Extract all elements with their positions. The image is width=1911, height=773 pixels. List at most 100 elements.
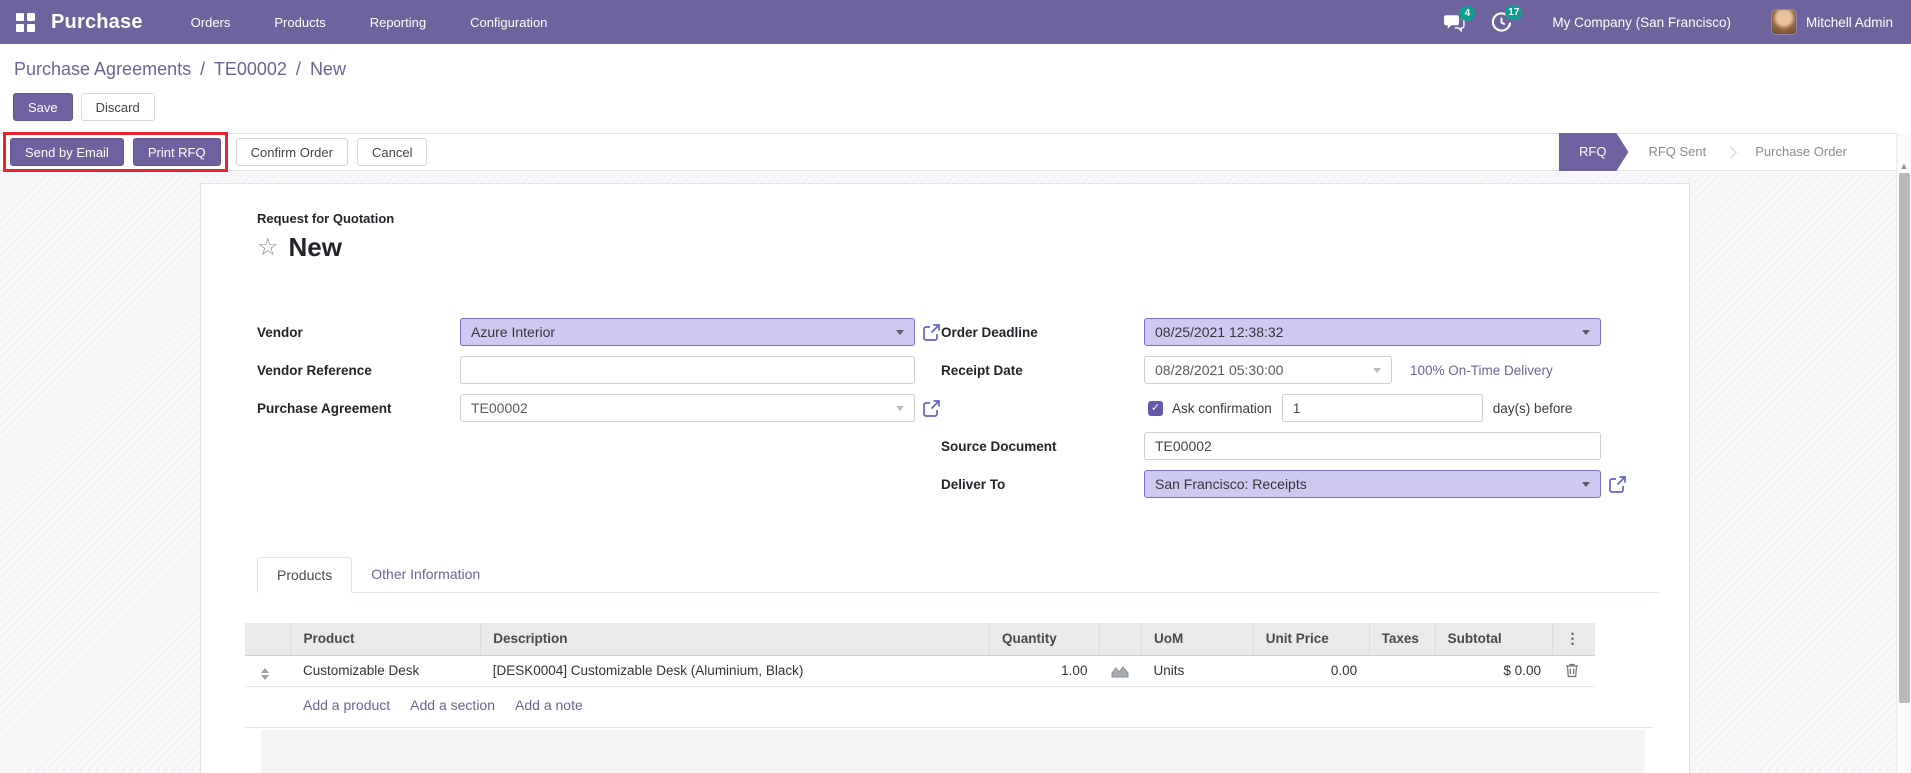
user-menu[interactable]: Mitchell Admin <box>1806 15 1893 30</box>
chevron-down-icon <box>896 329 904 335</box>
breadcrumb-current: New <box>309 59 346 79</box>
source-document-label: Source Document <box>941 438 1057 454</box>
sheet-divider <box>245 726 1653 728</box>
vendor-external-link-icon[interactable] <box>922 323 941 342</box>
cancel-button[interactable]: Cancel <box>356 138 428 166</box>
cell-taxes[interactable] <box>1369 655 1436 687</box>
chevron-down-icon <box>1582 329 1590 335</box>
table-header-row: Product Description Quantity UoM Unit Pr… <box>245 623 1595 656</box>
stage-rfq[interactable]: RFQ <box>1559 133 1628 171</box>
drag-handle-icon[interactable] <box>257 668 269 680</box>
record-title: New <box>288 232 342 262</box>
order-line-row[interactable]: Customizable Desk [DESK0004] Customizabl… <box>245 655 1595 687</box>
unit-price-column-header: Unit Price <box>1252 623 1370 656</box>
product-column-header: Product <box>290 623 481 656</box>
menu-products[interactable]: Products <box>272 1 327 44</box>
deliver-to-select[interactable]: San Francisco: Receipts <box>1144 470 1601 498</box>
cell-description[interactable]: [DESK0004] Customizable Desk (Aluminium,… <box>480 655 990 687</box>
confirm-order-button[interactable]: Confirm Order <box>235 138 348 166</box>
purchase-agreement-select[interactable]: TE00002 <box>460 394 915 422</box>
cell-unit-price[interactable]: 0.00 <box>1253 655 1370 687</box>
ask-confirmation-label[interactable]: Ask confirmation <box>1172 401 1272 416</box>
nav-right: 4 17 My Company (San Francisco) Mitchell… <box>1443 4 1893 35</box>
totals-area <box>261 729 1645 773</box>
messages-badge: 4 <box>1459 5 1476 21</box>
menu-reporting[interactable]: Reporting <box>368 1 428 44</box>
content-area: Request for Quotation ☆ New Vendor Azure… <box>0 172 1911 773</box>
description-column-header: Description <box>480 623 990 656</box>
chevron-down-icon <box>1582 481 1590 487</box>
stage-purchase-order[interactable]: Purchase Order <box>1735 133 1867 171</box>
list-add-links: Add a product Add a section Add a note <box>303 697 1659 713</box>
add-a-section-link[interactable]: Add a section <box>410 697 495 713</box>
notebook-tabs: Products Other Information <box>257 557 1659 593</box>
vendor-select[interactable]: Azure Interior <box>460 318 915 346</box>
optional-columns-icon[interactable]: ⋮ <box>1552 623 1595 656</box>
main-menu: Orders Products Reporting Configuration <box>189 1 550 44</box>
highlight-red-box: Send by Email Print RFQ <box>3 132 228 172</box>
on-time-delivery-stat: 100% On-Time Delivery <box>1410 362 1553 378</box>
favorite-star-icon[interactable]: ☆ <box>257 235 279 260</box>
purchase-agreement-label: Purchase Agreement <box>257 400 392 416</box>
stage-rfq-sent[interactable]: RFQ Sent <box>1628 133 1726 171</box>
scroll-up-icon[interactable]: ▲ <box>1897 133 1911 171</box>
save-button[interactable]: Save <box>13 93 73 121</box>
apps-grid-icon[interactable] <box>16 12 35 32</box>
top-nav: Purchase Orders Products Reporting Confi… <box>0 0 1911 44</box>
vendor-reference-input[interactable] <box>460 356 915 384</box>
breadcrumb-separator: / <box>200 59 206 79</box>
app-title[interactable]: Purchase <box>51 11 143 34</box>
delete-line-trash-icon[interactable] <box>1565 663 1579 678</box>
menu-orders[interactable]: Orders <box>189 1 233 44</box>
cell-quantity[interactable]: 1.00 <box>989 655 1100 687</box>
vendor-label: Vendor <box>257 324 303 340</box>
uom-column-header: UoM <box>1140 623 1254 656</box>
breadcrumb-purchase-agreements[interactable]: Purchase Agreements <box>14 59 191 79</box>
menu-configuration[interactable]: Configuration <box>468 1 549 44</box>
send-by-email-button[interactable]: Send by Email <box>10 138 124 166</box>
taxes-column-header: Taxes <box>1368 623 1436 656</box>
cell-product[interactable]: Customizable Desk <box>290 655 481 687</box>
forecast-chart-icon[interactable] <box>1111 664 1129 678</box>
add-a-note-link[interactable]: Add a note <box>515 697 583 713</box>
deliver-to-external-link-icon[interactable] <box>1608 475 1627 494</box>
subtotal-column-header: Subtotal <box>1434 623 1553 656</box>
vertical-scrollbar[interactable]: ▲ <box>1896 133 1911 773</box>
receipt-date-select[interactable]: 08/28/2021 05:30:00 <box>1144 356 1392 384</box>
source-document-input[interactable] <box>1144 432 1601 460</box>
chevron-down-icon <box>896 405 904 411</box>
days-before-suffix: day(s) before <box>1492 400 1573 416</box>
receipt-date-label: Receipt Date <box>941 362 1023 378</box>
statusbar: RFQ RFQ Sent Purchase Order <box>1559 133 1867 171</box>
form-subtitle: Request for Quotation <box>257 211 395 226</box>
purchase-app-screen: Purchase Orders Products Reporting Confi… <box>0 0 1911 773</box>
discard-button[interactable]: Discard <box>80 93 155 121</box>
days-before-input[interactable] <box>1281 394 1483 422</box>
record-controls: Save Discard <box>0 88 1911 133</box>
deliver-to-label: Deliver To <box>941 476 1006 492</box>
ask-confirmation-checkbox[interactable]: ✓ <box>1148 400 1163 416</box>
forecast-column-header <box>1098 623 1142 656</box>
user-avatar[interactable] <box>1770 9 1797 35</box>
field-grid: Vendor Azure Interior Vendor Reference P… <box>257 317 1659 507</box>
company-switcher[interactable]: My Company (San Francisco) <box>1552 15 1731 30</box>
breadcrumb: Purchase Agreements / TE00002 / New <box>0 44 1911 88</box>
breadcrumb-separator: / <box>295 59 301 79</box>
chevron-down-icon <box>1373 367 1381 373</box>
cell-uom[interactable]: Units <box>1141 655 1254 687</box>
purchase-agreement-external-link-icon[interactable] <box>922 399 941 418</box>
scrollbar-thumb[interactable] <box>1899 173 1910 703</box>
print-rfq-button[interactable]: Print RFQ <box>132 138 221 166</box>
form-sheet: Request for Quotation ☆ New Vendor Azure… <box>200 183 1690 773</box>
tab-other-information[interactable]: Other Information <box>352 557 499 592</box>
quantity-column-header: Quantity <box>989 623 1100 656</box>
tab-products[interactable]: Products <box>257 557 353 593</box>
handle-column-header <box>245 623 291 656</box>
breadcrumb-te00002[interactable]: TE00002 <box>214 59 287 79</box>
order-deadline-select[interactable]: 08/25/2021 12:38:32 <box>1144 318 1601 346</box>
messages-button[interactable]: 4 <box>1443 5 1476 32</box>
add-a-product-link[interactable]: Add a product <box>303 697 390 713</box>
activities-badge: 17 <box>1505 4 1523 20</box>
cell-subtotal[interactable]: $ 0.00 <box>1435 655 1553 687</box>
activities-button[interactable]: 17 <box>1491 4 1523 33</box>
